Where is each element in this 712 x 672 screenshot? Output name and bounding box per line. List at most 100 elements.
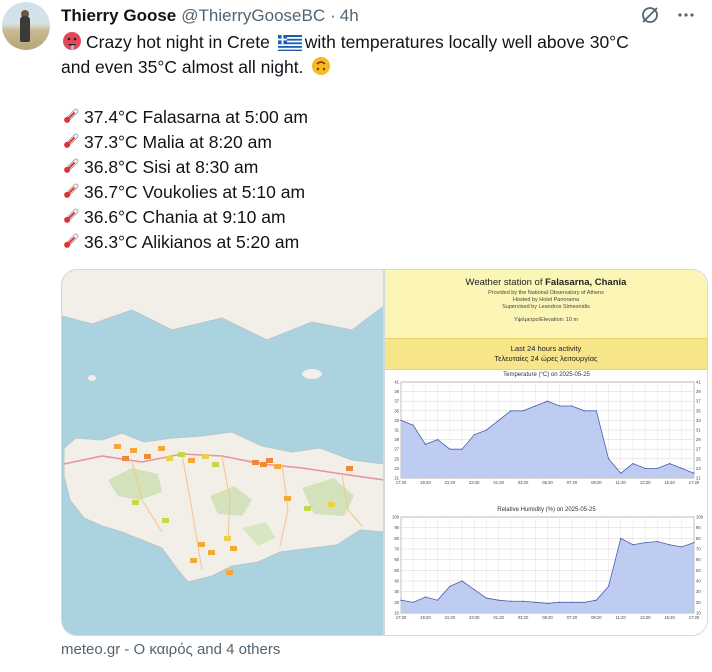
y-tick-label-right: 33 [696,418,701,423]
data-point [583,601,585,603]
station-title-name: Falasarna, Chania [545,277,627,288]
x-tick-label: 11:20 [616,615,627,620]
thermometer-icon [61,181,81,208]
tweet-header: Thierry Goose @ThierryGooseBC · 4h [61,5,696,27]
x-tick-label: 17:20 [689,480,700,485]
data-point [668,544,671,546]
reading-line: 36.6°C Chania at 9:10 am [61,205,701,230]
reading-line: 36.8°C Sisi at 8:30 am [61,155,701,180]
thermometer-icon [61,131,81,158]
data-point [546,602,549,604]
data-point [400,419,402,421]
x-tick-label: 03:20 [518,615,529,620]
y-tick-label: 90 [394,525,399,530]
x-tick-label: 07:20 [567,480,578,485]
data-point [461,448,463,450]
author-handle[interactable]: @ThierryGooseBC [181,6,325,26]
data-point [693,472,695,474]
station-header: Weather station of Falasarna, Chania Pro… [385,270,707,338]
avatar-figure [20,16,30,42]
intro-text: Crazy hot night in Crete [86,32,270,52]
station-hosted: Hosted by Hotel Panorama [512,297,580,303]
x-tick-label: 09:20 [591,480,602,485]
tweet-time[interactable]: 4h [340,6,359,26]
header-actions [640,5,696,25]
data-point [473,434,475,436]
data-point [449,448,451,450]
readings-list: 37.4°C Falasarna at 5:00 am 37.3°C Malia … [61,105,701,255]
y-tick-label: 30 [394,589,399,594]
data-point [534,405,536,407]
station-provided: Provided by the National Observatory of … [488,290,604,296]
grok-icon[interactable] [640,5,660,25]
data-point [473,588,475,591]
y-tick-label: 37 [394,399,399,404]
y-tick-label-right: 29 [696,437,701,442]
humidity-chart-svg: 10 1020 2030 3040 4050 5060 6070 7080 8090 90100 1… [392,515,704,621]
data-point [522,600,524,602]
x-tick-label: 17:20 [396,615,407,620]
data-point [607,585,610,587]
y-tick-label-right: 30 [696,589,701,594]
last-24h-gr: Τελευταίες 24 ώρες λειτουργίας [494,354,598,363]
x-tick-label: 15:20 [664,480,675,485]
y-tick-label-right: 90 [696,525,701,530]
more-icon[interactable] [676,5,696,25]
x-tick-label: 17:20 [689,615,700,620]
y-tick-label-right: 35 [696,408,701,413]
upside-down-face-emoji [311,56,331,83]
crete-temperature-map[interactable] [62,270,383,635]
reading-line: 36.3°C Alikianos at 5:20 am [61,230,701,255]
media-card[interactable]: Weather station of Falasarna, Chania Pro… [61,269,708,636]
temperature-chart: Temperature (°C) on 2025-05-25 21 21 23 23 2… [385,372,707,497]
reading-text: 37.4°C Falasarna at 5:00 am [84,107,308,127]
tweet-text: Crazy hot night in Crete with temperatur… [61,30,701,255]
data-point [412,424,414,426]
data-point [595,410,597,412]
reading-line: 36.7°C Voukolies at 5:10 am [61,180,701,205]
data-point [461,580,463,582]
author-name[interactable]: Thierry Goose [61,6,176,26]
y-tick-label-right: 37 [696,399,701,404]
text-line-1: Crazy hot night in Crete with temperatur… [61,30,701,55]
data-point [437,439,439,441]
data-point [437,599,439,601]
intro-text-2: and even 35°C almost all night. [61,57,304,77]
y-tick-label: 100 [392,515,400,520]
y-tick-label: 25 [394,456,399,461]
reading-text: 37.3°C Malia at 8:20 am [84,132,272,152]
avatar[interactable] [2,2,50,50]
data-point [681,467,683,469]
station-title: Weather station of Falasarna, Chania [385,277,707,288]
y-tick-label-right: 70 [696,547,701,552]
y-tick-label: 80 [394,536,399,541]
data-point [485,597,488,599]
thermometer-icon [61,106,81,133]
data-point [498,599,500,601]
reading-line: 37.4°C Falasarna at 5:00 am [61,105,701,130]
station-supervised: Supervised by Leandros Simeonidis [502,304,590,310]
station-title-prefix: Weather station of [465,277,543,288]
x-tick-label: 19:20 [420,615,431,620]
thermometer-icon [61,156,81,183]
last-24h-en: Last 24 hours activity [510,344,582,353]
data-point [632,544,634,546]
y-tick-label-right: 27 [696,447,701,452]
reading-text: 36.3°C Alikianos at 5:20 am [84,232,300,252]
tweet-footer[interactable]: meteo.gr - Ο καιρός and 4 others [61,641,280,658]
y-tick-label: 20 [394,600,399,605]
y-tick-label-right: 100 [696,515,704,520]
data-point [583,410,585,412]
x-tick-label: 13:20 [640,480,651,485]
data-point [620,537,622,539]
data-point [644,542,646,544]
x-tick-label: 23:20 [469,480,480,485]
data-point [412,601,414,603]
data-point [681,546,683,548]
data-point [534,601,536,603]
y-tick-label: 60 [394,557,399,562]
data-point [595,599,597,601]
x-tick-label: 21:20 [445,480,456,485]
data-point [424,596,427,598]
